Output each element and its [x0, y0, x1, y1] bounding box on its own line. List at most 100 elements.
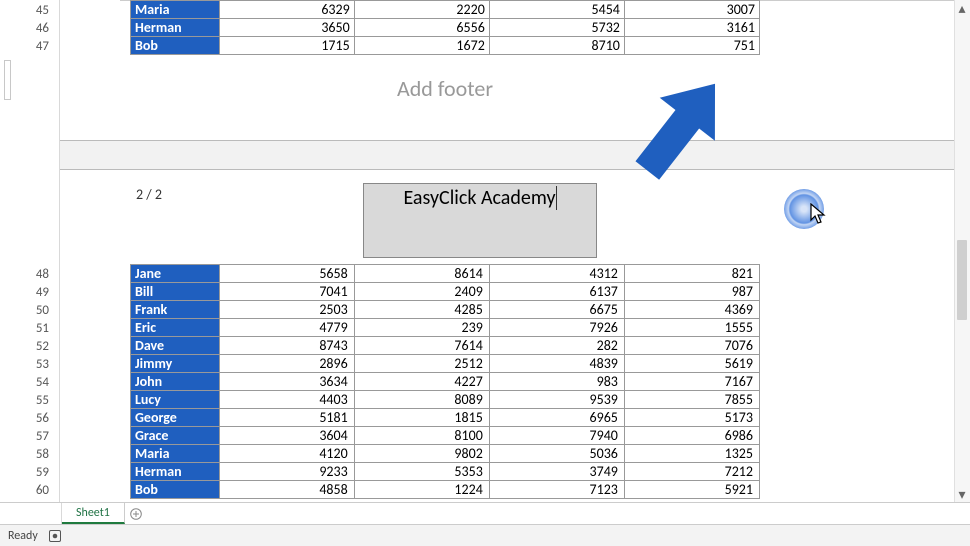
- table-row[interactable]: Lucy4403808995397855: [131, 391, 760, 409]
- page2-header-region[interactable]: 2 / 2 EasyClick Academy: [130, 183, 830, 258]
- cell-value[interactable]: 8743: [219, 337, 354, 355]
- row-number[interactable]: 56: [0, 410, 49, 428]
- cell-value[interactable]: 3161: [624, 19, 759, 37]
- table-row[interactable]: Eric477923979261555: [131, 319, 760, 337]
- cell-value[interactable]: 5036: [489, 445, 624, 463]
- row-number[interactable]: 47: [0, 38, 49, 56]
- cell-name[interactable]: Grace: [131, 427, 220, 445]
- scroll-down-icon[interactable]: ▾: [954, 486, 970, 502]
- cell-name[interactable]: Eric: [131, 319, 220, 337]
- cell-value[interactable]: 4120: [219, 445, 354, 463]
- header-center-section[interactable]: EasyClick Academy: [363, 183, 598, 258]
- table-row[interactable]: Frank2503428566754369: [131, 301, 760, 319]
- cell-value[interactable]: 5732: [489, 19, 624, 37]
- cell-value[interactable]: 5353: [354, 463, 489, 481]
- cell-value[interactable]: 7855: [624, 391, 759, 409]
- cell-value[interactable]: 7940: [489, 427, 624, 445]
- cell-value[interactable]: 7926: [489, 319, 624, 337]
- table-row[interactable]: George5181181569655173: [131, 409, 760, 427]
- cell-value[interactable]: 8614: [354, 265, 489, 283]
- cell-value[interactable]: 4285: [354, 301, 489, 319]
- cell-value[interactable]: 2512: [354, 355, 489, 373]
- row-number[interactable]: 54: [0, 374, 49, 392]
- cell-value[interactable]: 7212: [624, 463, 759, 481]
- scrollbar-thumb[interactable]: [957, 240, 967, 320]
- cell-value[interactable]: 4858: [219, 481, 354, 499]
- cell-value[interactable]: 1555: [624, 319, 759, 337]
- cell-value[interactable]: 3007: [624, 1, 759, 19]
- cell-value[interactable]: 2220: [354, 1, 489, 19]
- cell-value[interactable]: 5173: [624, 409, 759, 427]
- cell-value[interactable]: 1325: [624, 445, 759, 463]
- cell-value[interactable]: 7041: [219, 283, 354, 301]
- cell-value[interactable]: 282: [489, 337, 624, 355]
- row-number[interactable]: 45: [0, 2, 49, 20]
- cell-value[interactable]: 5619: [624, 355, 759, 373]
- cell-value[interactable]: 7167: [624, 373, 759, 391]
- row-number[interactable]: 57: [0, 428, 49, 446]
- row-number[interactable]: 49: [0, 284, 49, 302]
- scroll-up-icon[interactable]: ▴: [954, 0, 970, 16]
- cell-value[interactable]: 6986: [624, 427, 759, 445]
- cell-value[interactable]: 7123: [489, 481, 624, 499]
- row-number[interactable]: 53: [0, 356, 49, 374]
- table-row[interactable]: Maria6329222054543007: [131, 1, 760, 19]
- cell-name[interactable]: Herman: [131, 19, 220, 37]
- cell-name[interactable]: Maria: [131, 445, 220, 463]
- cell-value[interactable]: 8710: [489, 37, 624, 55]
- cell-value[interactable]: 6675: [489, 301, 624, 319]
- cell-value[interactable]: 6965: [489, 409, 624, 427]
- cell-value[interactable]: 9233: [219, 463, 354, 481]
- cell-name[interactable]: Dave: [131, 337, 220, 355]
- cell-value[interactable]: 8100: [354, 427, 489, 445]
- add-sheet-button[interactable]: [125, 503, 147, 525]
- row-number[interactable]: 55: [0, 392, 49, 410]
- cell-value[interactable]: 1815: [354, 409, 489, 427]
- cell-value[interactable]: 6329: [219, 1, 354, 19]
- table-row[interactable]: Dave874376142827076: [131, 337, 760, 355]
- cell-value[interactable]: 5454: [489, 1, 624, 19]
- row-number[interactable]: 46: [0, 20, 49, 38]
- macro-record-icon[interactable]: [48, 529, 62, 543]
- table-row[interactable]: Herman3650655657323161: [131, 19, 760, 37]
- cell-value[interactable]: 5658: [219, 265, 354, 283]
- cell-name[interactable]: Bob: [131, 37, 220, 55]
- cell-name[interactable]: George: [131, 409, 220, 427]
- table-row[interactable]: Maria4120980250361325: [131, 445, 760, 463]
- row-number[interactable]: 52: [0, 338, 49, 356]
- cell-value[interactable]: 751: [624, 37, 759, 55]
- cell-value[interactable]: 821: [624, 265, 759, 283]
- header-left-section[interactable]: 2 / 2: [130, 183, 363, 258]
- row-number[interactable]: 59: [0, 464, 49, 482]
- table-row[interactable]: Bob4858122471235921: [131, 481, 760, 499]
- cell-value[interactable]: 4312: [489, 265, 624, 283]
- cell-value[interactable]: 239: [354, 319, 489, 337]
- table-row[interactable]: Jimmy2896251248395619: [131, 355, 760, 373]
- cell-value[interactable]: 4227: [354, 373, 489, 391]
- cell-value[interactable]: 2409: [354, 283, 489, 301]
- cell-value[interactable]: 9802: [354, 445, 489, 463]
- cell-value[interactable]: 4403: [219, 391, 354, 409]
- table-row[interactable]: Bob171516728710751: [131, 37, 760, 55]
- sheet-tab-active[interactable]: Sheet1: [62, 503, 125, 524]
- cell-value[interactable]: 5921: [624, 481, 759, 499]
- cell-value[interactable]: 6137: [489, 283, 624, 301]
- cell-value[interactable]: 1715: [219, 37, 354, 55]
- cell-name[interactable]: Herman: [131, 463, 220, 481]
- cell-value[interactable]: 5181: [219, 409, 354, 427]
- cell-value[interactable]: 8089: [354, 391, 489, 409]
- cell-value[interactable]: 7076: [624, 337, 759, 355]
- table-row[interactable]: Grace3604810079406986: [131, 427, 760, 445]
- cell-value[interactable]: 3604: [219, 427, 354, 445]
- cell-value[interactable]: 7614: [354, 337, 489, 355]
- cell-value[interactable]: 983: [489, 373, 624, 391]
- table-row[interactable]: John363442279837167: [131, 373, 760, 391]
- cell-value[interactable]: 9539: [489, 391, 624, 409]
- header-right-section[interactable]: [597, 183, 830, 258]
- cell-name[interactable]: Maria: [131, 1, 220, 19]
- table-row[interactable]: Herman9233535337497212: [131, 463, 760, 481]
- row-number[interactable]: 50: [0, 302, 49, 320]
- cell-name[interactable]: Bob: [131, 481, 220, 499]
- row-number[interactable]: 58: [0, 446, 49, 464]
- cell-name[interactable]: Frank: [131, 301, 220, 319]
